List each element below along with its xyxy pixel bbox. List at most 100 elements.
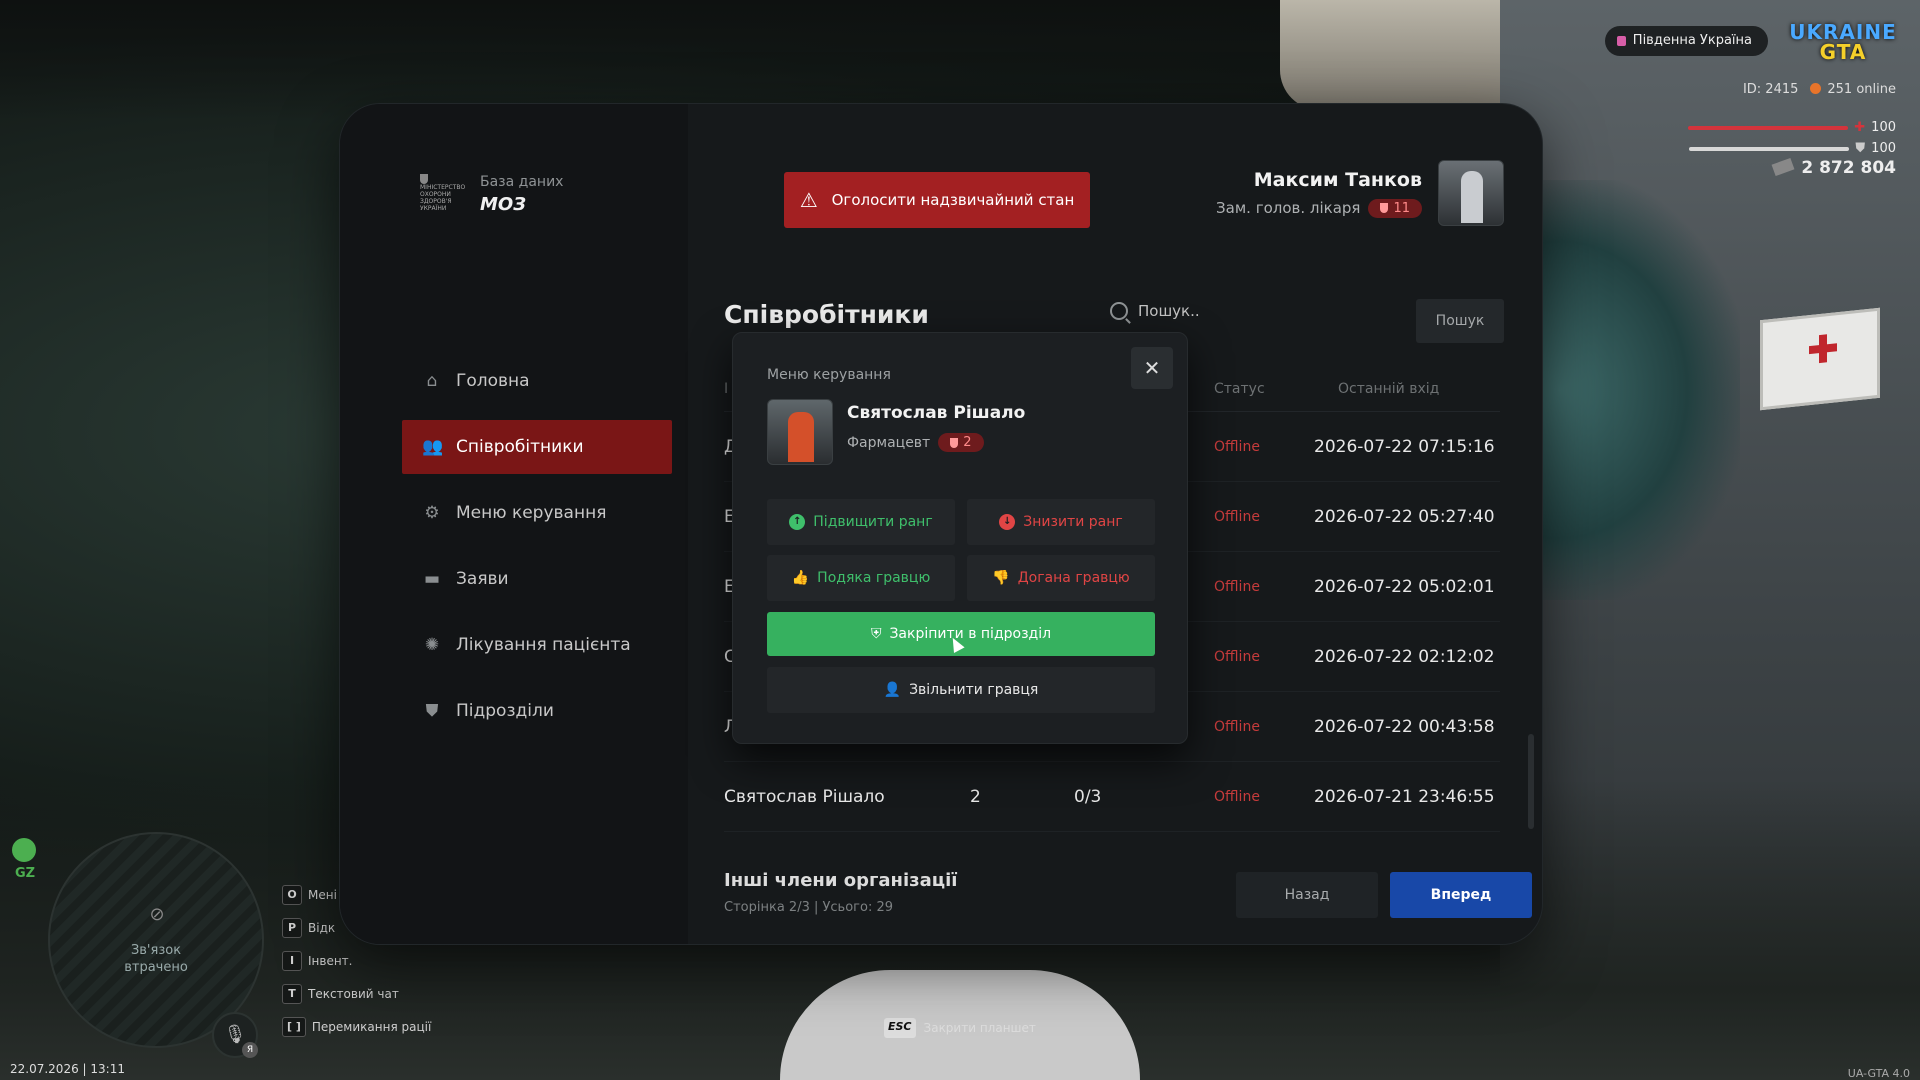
demote-label: Знизити ранг xyxy=(1023,514,1123,530)
armor-value: 100 xyxy=(1871,141,1896,156)
table-scrollbar[interactable] xyxy=(1528,734,1534,829)
user-name: Максим Танков xyxy=(1253,168,1422,191)
sidebar-item-applications[interactable]: ▬ Заяви xyxy=(402,552,672,606)
arrow-up-icon: ↑ xyxy=(789,514,806,530)
rank-badge: 11 xyxy=(1368,198,1422,218)
armor-stat: ⛊ 100 xyxy=(1689,141,1896,156)
gear-icon: ⚙ xyxy=(424,503,440,523)
page-title: Співробітники xyxy=(724,300,929,329)
online-icon xyxy=(1810,83,1822,94)
sidebar-item-label: Меню керування xyxy=(456,503,607,523)
key-cap: O xyxy=(282,885,302,905)
employee-name: Святослав Рішало xyxy=(847,403,1026,423)
key-label: Текстовий чат xyxy=(308,987,399,1001)
search-input[interactable] xyxy=(1138,302,1378,320)
rank-value: 11 xyxy=(1393,200,1410,216)
status-badge: Offline xyxy=(1214,648,1260,665)
status-badge: Offline xyxy=(1214,718,1260,735)
player-id: ID: 2415 xyxy=(1742,82,1799,97)
cell-last-login: 2026-07-22 00:43:58 xyxy=(1314,716,1495,737)
sidebar-item-patient-treatment[interactable]: ✺ Лікування пацієнта xyxy=(402,618,672,672)
zone-label: GZ xyxy=(14,866,36,881)
fire-label: Звільнити гравця xyxy=(909,682,1039,698)
reprimand-label: Догана гравцю xyxy=(1017,570,1130,586)
cell-last-login: 2026-07-22 02:12:02 xyxy=(1314,646,1495,667)
esc-key: ESC xyxy=(884,1018,916,1038)
key-cap: [ ] xyxy=(282,1017,306,1037)
armor-bar xyxy=(1689,146,1850,151)
rank-shield-icon xyxy=(950,437,959,448)
home-icon: ⌂ xyxy=(426,371,438,391)
sidebar-item-home[interactable]: ⌂ Головна xyxy=(402,354,672,408)
users-icon: 👥 xyxy=(422,437,444,457)
ministry-emblem-icon: МІНІСТЕРСТВО ОХОРОНИ ЗДОРОВ'Я УКРАЇНИ xyxy=(420,174,466,212)
declare-emergency-button[interactable]: ⚠ Оголосити надзвичайний стан xyxy=(784,172,1090,228)
brand-title: МОЗ xyxy=(480,194,527,215)
health-bar xyxy=(1688,125,1849,130)
online-count: 251 online xyxy=(1827,82,1896,97)
cell-rank: 2 xyxy=(970,786,981,807)
search-icon xyxy=(1110,302,1128,320)
employee-rank: 2 xyxy=(963,435,972,450)
search-bar xyxy=(1110,302,1378,320)
armor-icon: ⛊ xyxy=(1855,141,1866,156)
health-stat: ✚ 100 xyxy=(1688,120,1896,135)
sidebar-item-label: Лікування пацієнта xyxy=(456,635,631,655)
fire-player-button[interactable]: 👤 Звільнити гравця xyxy=(767,667,1155,713)
modal-title: Меню керування xyxy=(767,367,891,383)
virus-icon: ✺ xyxy=(424,635,440,655)
employee-role-row: Фармацевт 2 xyxy=(847,433,984,452)
demote-button[interactable]: ↓ Знизити ранг xyxy=(967,499,1155,545)
sidebar-item-label: Головна xyxy=(456,371,530,391)
medical-cross-sign xyxy=(1760,307,1880,411)
column-status: Статус xyxy=(1214,380,1265,397)
thank-player-button[interactable]: 👍 Подяка гравцю xyxy=(767,555,955,601)
promote-button[interactable]: ↑ Підвищити ранг xyxy=(767,499,955,545)
cash-icon xyxy=(1771,157,1795,177)
zone-indicator: GZ xyxy=(12,838,38,881)
employee-rank-badge: 2 xyxy=(938,433,984,452)
sidebar-item-divisions[interactable]: ⛊ Підрозділи xyxy=(402,684,672,738)
key-label: Інвент. xyxy=(308,954,353,968)
green-zone-icon xyxy=(12,838,36,862)
datetime: 22.07.2026 | 13:11 xyxy=(10,1062,125,1076)
connection-line2: втрачено xyxy=(124,960,188,975)
other-members-title: Інші члени організації xyxy=(724,870,958,891)
player-id-online: ID: 2415 251 online xyxy=(1743,82,1896,97)
close-icon: ✕ xyxy=(1143,356,1161,380)
status-badge: Offline xyxy=(1214,788,1260,805)
assign-division-button[interactable]: ⛨ Закріпити в підрозділ xyxy=(767,612,1155,656)
pagination-info: Сторінка 2/3 | Усього: 29 xyxy=(724,900,894,915)
thumbs-down-icon: 👎 xyxy=(992,570,1010,586)
logo-bottom: GTA xyxy=(1819,40,1867,64)
sidebar-item-employees[interactable]: 👥 Співробітники xyxy=(402,420,672,474)
key-cap: I xyxy=(282,951,302,971)
status-badge: Offline xyxy=(1214,578,1260,595)
server-icon xyxy=(1616,36,1626,46)
key-hint: I Інвент. xyxy=(282,950,431,972)
money-value: 2 872 804 xyxy=(1801,158,1896,178)
mic-badge: Я xyxy=(242,1042,258,1058)
brand-subtitle: База даних xyxy=(480,174,564,190)
microphone-button[interactable]: 🎙 Я xyxy=(212,1012,258,1058)
cell-last-login: 2026-07-22 05:27:40 xyxy=(1314,506,1495,527)
cell-last-login: 2026-07-22 07:15:16 xyxy=(1314,436,1495,457)
health-value: 100 xyxy=(1871,120,1896,135)
key-cap: T xyxy=(282,984,302,1004)
control-menu-modal: Меню керування ✕ Святослав Рішало Фармац… xyxy=(732,332,1188,744)
user-remove-icon: 👤 xyxy=(883,682,902,698)
reprimand-player-button[interactable]: 👎 Догана гравцю xyxy=(967,555,1155,601)
back-button[interactable]: Назад xyxy=(1236,872,1378,918)
close-tablet-hint: ESC Закрити планшет xyxy=(884,1018,1036,1038)
table-row[interactable]: Святослав Рішало 2 0/3 Offline 2026-07-2… xyxy=(724,762,1500,832)
close-button[interactable]: ✕ xyxy=(1131,347,1173,389)
status-badge: Offline xyxy=(1214,508,1260,525)
sidebar-item-control-menu[interactable]: ⚙ Меню керування xyxy=(402,486,672,540)
search-button[interactable]: Пошук xyxy=(1416,299,1504,343)
declare-emergency-label: Оголосити надзвичайний стан xyxy=(831,191,1075,209)
next-button[interactable]: Вперед xyxy=(1390,872,1532,918)
thumbs-up-icon: 👍 xyxy=(791,570,810,586)
cell-last-login: 2026-07-22 05:02:01 xyxy=(1314,576,1495,597)
user-role-row: Зам. голов. лікаря 11 xyxy=(1216,198,1422,218)
no-signal-icon: ⊘ xyxy=(149,904,165,925)
